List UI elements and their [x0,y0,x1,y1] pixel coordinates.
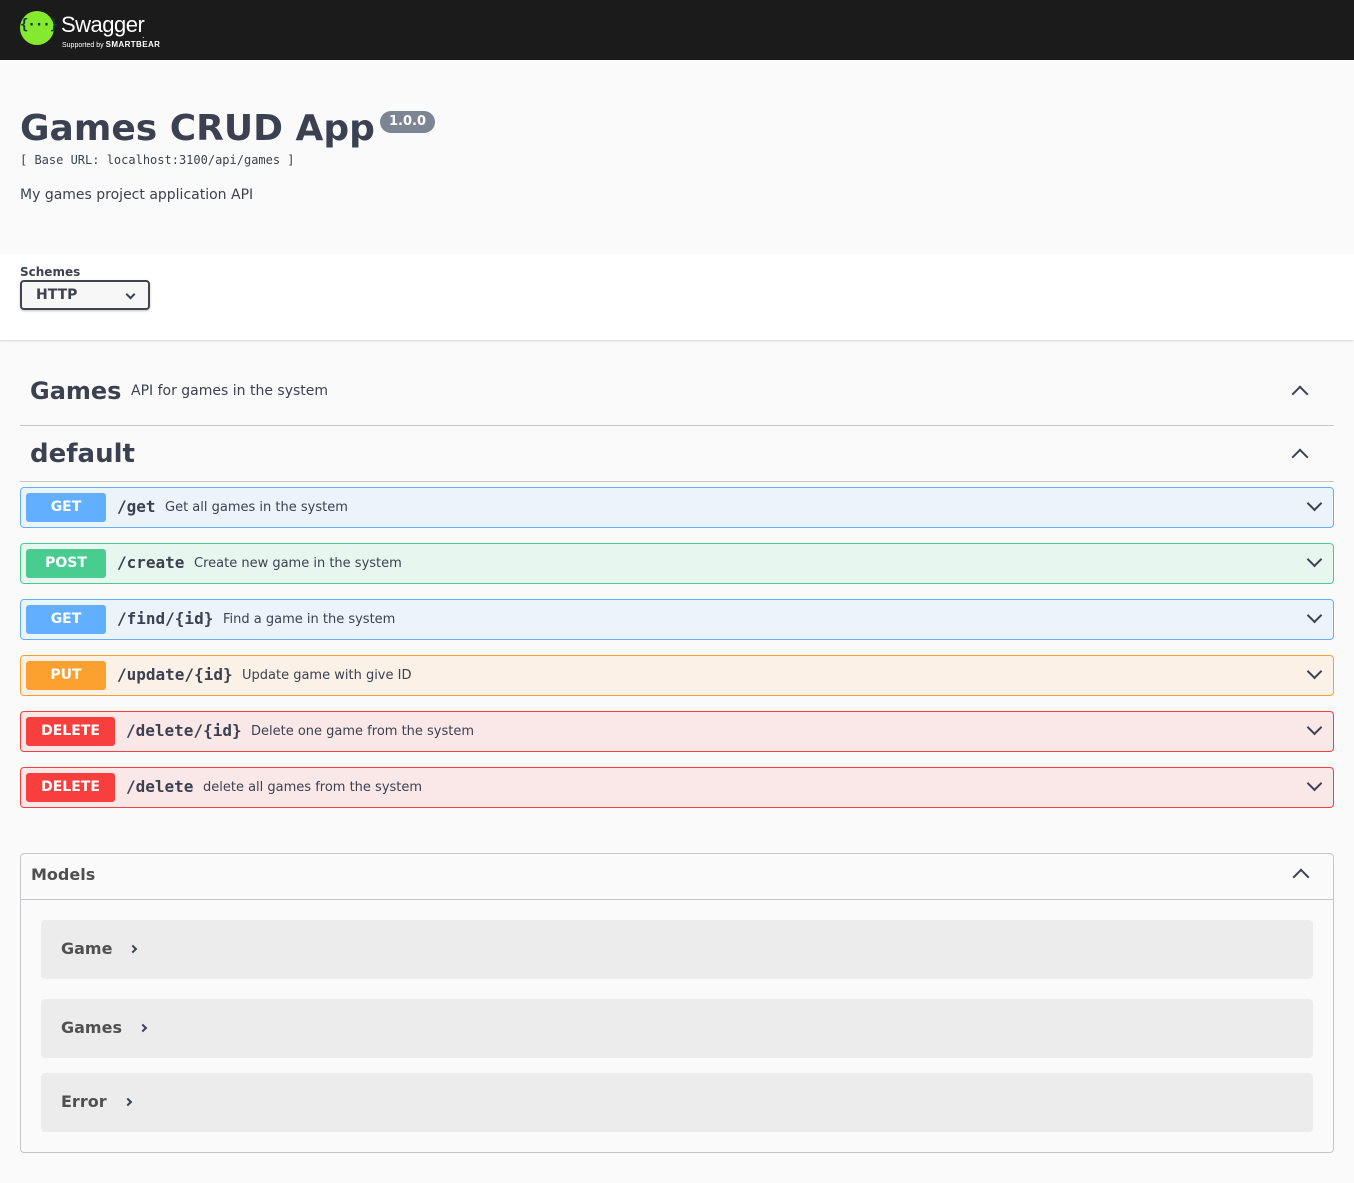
operation-summary: Update game with give ID [242,668,412,683]
model-name: Error [61,1092,107,1111]
operation-path: /get [117,497,156,516]
schemes-select[interactable]: HTTP [20,280,150,310]
chevron-down-icon[interactable] [1306,495,1323,512]
operation-summary: Delete one game from the system [251,724,475,739]
swagger-logo-icon[interactable]: {···} [20,11,58,45]
method-badge: DELETE [26,717,115,746]
chevron-right-icon [128,944,138,954]
chevron-right-icon [123,1097,133,1107]
operation-path: /delete [126,777,194,796]
tag-name: default [30,439,135,469]
method-badge: PUT [26,661,106,690]
api-description: My games project application API [20,187,254,203]
model-game[interactable]: Game [41,920,1313,979]
models-title: Models [31,865,96,884]
company-name: SMARTBEAR [105,40,161,49]
brand-tagline: Supported by SMARTBEAR [62,40,160,49]
tag-description: API for games in the system [131,383,329,399]
method-badge: GET [26,493,106,522]
operation-post-create[interactable]: POST /create Create new game in the syst… [20,543,1334,584]
tag-name: Games [30,377,122,405]
model-error[interactable]: Error [41,1073,1313,1132]
operation-put-update[interactable]: PUT /update/{id} Update game with give I… [20,655,1334,696]
logo-glyph: {···} [20,17,58,33]
operation-path: /create [117,553,185,572]
model-name: Game [61,939,113,958]
operation-summary: Get all games in the system [165,500,348,515]
version-badge: 1.0.0 [380,111,436,133]
schemes-selected-value: HTTP [36,287,78,303]
operation-summary: delete all games from the system [203,780,423,795]
operation-path: /update/{id} [117,665,233,684]
schemes-label: Schemes [20,265,81,279]
supported-by-text: Supported by [62,42,104,49]
operation-path: /find/{id} [117,609,214,628]
tag-games[interactable]: Games API for games in the system [20,362,1334,426]
chevron-down-icon[interactable] [1306,775,1323,792]
method-badge: GET [26,605,106,634]
chevron-up-icon[interactable] [1291,385,1309,403]
models-section: Models Game Games Error [20,853,1334,1153]
chevron-right-icon [138,1023,148,1033]
chevron-down-icon[interactable] [1306,607,1323,624]
operation-path: /delete/{id} [126,721,242,740]
chevron-down-icon[interactable] [1306,663,1323,680]
models-header[interactable]: Models [21,854,1333,900]
chevron-up-icon[interactable] [1292,868,1310,886]
method-badge: DELETE [26,773,115,802]
chevron-up-icon[interactable] [1291,448,1309,466]
operation-delete-one[interactable]: DELETE /delete/{id} Delete one game from… [20,711,1334,752]
chevron-down-icon[interactable] [1306,551,1323,568]
operation-summary: Create new game in the system [194,556,402,571]
operation-delete-all[interactable]: DELETE /delete delete all games from the… [20,767,1334,808]
model-games[interactable]: Games [41,999,1313,1058]
base-url: [ Base URL: localhost:3100/api/games ] [20,153,295,167]
chevron-down-icon [125,289,136,300]
brand-name[interactable]: Swagger [61,12,145,38]
topbar: {···} Swagger . Supported by SMARTBEAR [0,0,1354,60]
operation-get-get[interactable]: GET /get Get all games in the system [20,487,1334,528]
chevron-down-icon[interactable] [1306,719,1323,736]
method-badge: POST [26,549,106,578]
brand-dot: . [142,31,145,40]
tag-default[interactable]: default [20,426,1334,482]
model-name: Games [61,1018,122,1037]
operation-get-find[interactable]: GET /find/{id} Find a game in the system [20,599,1334,640]
operation-summary: Find a game in the system [223,612,396,627]
page-title: Games CRUD App [20,108,375,149]
schemes-section: Schemes HTTP [0,254,1354,340]
